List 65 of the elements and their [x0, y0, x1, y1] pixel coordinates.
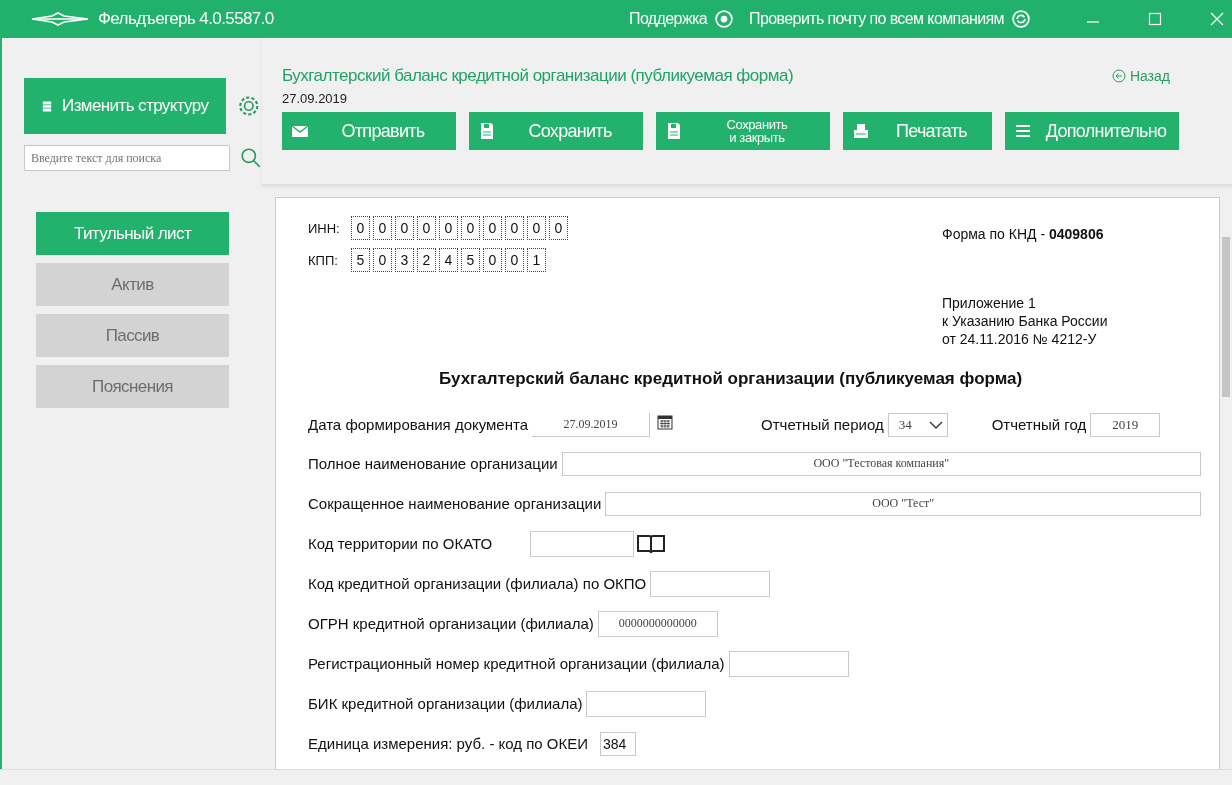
field-label: Дата формирования документа [308, 416, 529, 434]
winged-logo-icon [30, 11, 90, 27]
text-field[interactable]: ООО "Тест" [605, 491, 1201, 516]
document-icon [42, 99, 53, 113]
text-field[interactable]: 0000000000000 [597, 610, 718, 637]
inn-digit-field[interactable]: 0 [417, 216, 436, 240]
search-icon[interactable] [240, 147, 262, 169]
field-label: Полное наименование организации [308, 455, 558, 473]
text-field[interactable]: 384 [600, 731, 637, 756]
text-field[interactable] [530, 530, 635, 557]
gear-icon[interactable] [715, 10, 734, 28]
field-label: Сокращенное наименование организации [308, 495, 602, 513]
kpp-digit-field[interactable]: 2 [417, 248, 436, 272]
book-icon[interactable] [636, 532, 667, 555]
printer-icon [851, 121, 871, 141]
inn-digit-field[interactable]: 0 [549, 216, 568, 240]
kpp-digit-field[interactable]: 1 [527, 248, 546, 272]
text-field[interactable] [650, 570, 771, 597]
inn-label: ИНН: [308, 220, 341, 236]
knd-code-text: Форма по КНД - 0409806 [942, 226, 1105, 242]
kpp-digit-field[interactable]: 5 [461, 248, 480, 272]
app-title: Фельдъегерь 4.0.5587.0 [98, 9, 274, 29]
field-label: Код территории по ОКАТО [308, 535, 493, 553]
text-field[interactable] [728, 650, 849, 677]
document-title: Бухгалтерский баланс кредитной организации (публикуемая форма) [282, 66, 794, 86]
inn-digit-field[interactable]: 0 [461, 216, 480, 240]
section-tab[interactable]: Пассив [36, 314, 229, 357]
inn-digit-field[interactable]: 0 [351, 216, 370, 240]
search-field[interactable]: Введите текст для поиска [24, 145, 230, 171]
field-label: Отчетный год [991, 416, 1087, 434]
field-label: Отчетный период [761, 416, 884, 434]
kpp-digit-field[interactable]: 0 [483, 248, 502, 272]
appendix-line: от 24.11.2016 № 4212-У [942, 330, 1098, 349]
kpp-digit-field[interactable]: 4 [439, 248, 458, 272]
date-field[interactable]: 27.09.2019 [532, 412, 651, 437]
kpp-digit-field[interactable]: 5 [351, 248, 370, 272]
refresh-icon[interactable] [1012, 10, 1030, 28]
document-date: 27.09.2019 [282, 91, 349, 106]
inn-digit-field[interactable]: 0 [483, 216, 502, 240]
inn-digit-field[interactable]: 0 [373, 216, 392, 240]
field-label: Регистрационный номер кредитной организации (филиала) [308, 655, 725, 673]
maximize-icon[interactable] [1148, 12, 1162, 26]
period-dropdown[interactable]: 34 [887, 412, 948, 437]
appendix-line: к Указанию Банка России [942, 312, 1108, 331]
inn-digit-field[interactable]: 0 [395, 216, 414, 240]
appendix-line: Приложение 1 [942, 294, 1037, 313]
year-field[interactable]: 2019 [1090, 412, 1161, 437]
field-label: БИК кредитной организации (филиала) [308, 695, 583, 713]
kpp-label: КПП: [308, 252, 339, 268]
inn-digit-field[interactable]: 0 [527, 216, 546, 240]
kpp-digit-field[interactable]: 3 [395, 248, 414, 272]
kpp-digit-field[interactable]: 0 [373, 248, 392, 272]
field-label: Код кредитной организации (филиала) по ОКПО [308, 575, 647, 593]
inn-digit-field[interactable]: 0 [505, 216, 524, 240]
close-icon[interactable] [1210, 12, 1224, 26]
section-tab[interactable]: Актив [36, 263, 229, 306]
text-field[interactable]: ООО "Тестовая компания" [561, 451, 1201, 476]
inn-digit-field[interactable]: 0 [439, 216, 458, 240]
text-field[interactable] [586, 690, 707, 717]
kpp-digit-field[interactable]: 0 [505, 248, 524, 272]
chevron-down-icon [928, 419, 943, 430]
calendar-icon[interactable] [657, 413, 674, 430]
field-label: ОГРН кредитной организации (филиала) [308, 615, 594, 633]
field-label: Единица измерения: руб. - код по ОКЕИ [308, 735, 589, 753]
form-title: Бухгалтерский баланс кредитной организации (публикуемая форма) [439, 368, 1024, 389]
